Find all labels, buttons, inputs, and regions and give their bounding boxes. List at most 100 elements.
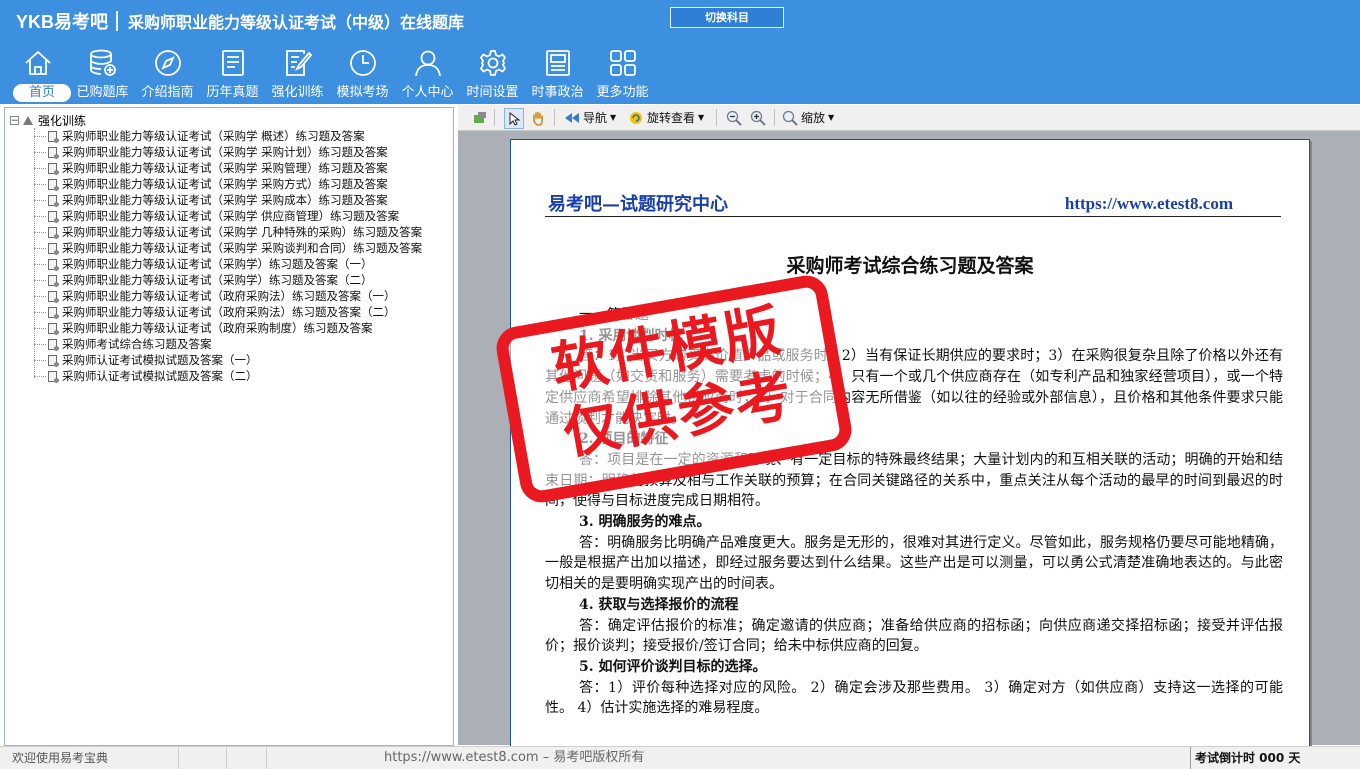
zoom-out-icon	[726, 110, 742, 126]
zoom-dropdown[interactable]: 缩放 ▼	[782, 108, 834, 127]
rotate-view-dropdown[interactable]: 旋转查看 ▼	[628, 108, 704, 127]
document-page: 易考吧—试题研究中心 https://www.etest8.com 采购师考试综…	[510, 139, 1310, 747]
tree-item[interactable]: 采购师职业能力等级认证考试（政府采购法）练习题及答案（一）	[34, 288, 422, 304]
status-bar: 欢迎使用易考宝典 https://www.etest8.com – 易考吧版权所…	[0, 746, 1360, 769]
document-icon	[48, 274, 59, 287]
cursor-icon	[506, 111, 522, 127]
tree-item-label: 采购师职业能力等级认证考试（采购学 采购谈判和合同）练习题及答案	[62, 241, 423, 255]
tree-item[interactable]: 采购师职业能力等级认证考试（政府采购制度）练习题及答案	[34, 320, 422, 336]
nav-guide-label: 介绍指南	[141, 85, 194, 100]
app-title: 采购师职业能力等级认证考试（中级）在线题库	[128, 13, 465, 32]
magnifier-icon	[782, 110, 798, 126]
document-header-brand: 易考吧—试题研究中心	[548, 194, 728, 215]
nav-purchased[interactable]: 已购题库	[70, 46, 135, 104]
nav-current-affairs[interactable]: 时事政治	[525, 46, 590, 104]
nav-mock-exam[interactable]: 模拟考场	[330, 46, 395, 104]
exam-countdown: 考试倒计时 000 天	[1190, 747, 1360, 769]
answer-text: 答：确定评估报价的标准；确定邀请的供应商；准备给供应商的招标函；向供应商递交择招…	[545, 617, 1283, 655]
document-icon	[48, 242, 59, 255]
tree-items: 采购师职业能力等级认证考试（采购学 概述）练习题及答案 采购师职业能力等级认证考…	[34, 128, 422, 384]
tree-root[interactable]: − 强化训练	[10, 112, 86, 128]
document-icon	[48, 210, 59, 223]
tree-item[interactable]: 采购师认证考试模拟试题及答案（二）	[34, 368, 422, 384]
tree-item-label: 采购师职业能力等级认证考试（采购学 几种特殊的采购）练习题及答案	[62, 225, 423, 239]
tree-item[interactable]: 采购师职业能力等级认证考试（采购学 概述）练习题及答案	[34, 128, 422, 144]
nav-more[interactable]: 更多功能	[590, 46, 655, 104]
document-icon	[48, 322, 59, 335]
nav-profile-label: 个人中心	[401, 85, 454, 100]
document-body: 一、简答题 1. 采用谈判时机 答：1）当买方购买高价值产品或服务时；2）当有保…	[545, 305, 1283, 719]
tree-item-label: 采购师职业能力等级认证考试（政府采购法）练习题及答案（一）	[62, 289, 396, 303]
tree-item-label: 采购师认证考试模拟试题及答案（二）	[62, 369, 258, 383]
tree-item[interactable]: 采购师职业能力等级认证考试（政府采购法）练习题及答案（二）	[34, 304, 422, 320]
document-icon	[48, 194, 59, 207]
home-icon	[23, 48, 53, 78]
nav-past-exams[interactable]: 历年真题	[200, 46, 265, 104]
nav-mock-exam-label: 模拟考场	[336, 85, 389, 100]
tree-item-selected[interactable]: 采购师考试综合练习题及答案	[34, 336, 422, 352]
document-title: 采购师考试综合练习题及答案	[786, 255, 1034, 277]
nav-home[interactable]: 首页	[5, 46, 71, 104]
rotate-view-label: 旋转查看	[647, 111, 696, 125]
list-doc-icon	[218, 48, 248, 78]
app-header: YKB易考吧 采购师职业能力等级认证考试（中级）在线题库 切换科目 首页 已购题…	[0, 0, 1360, 104]
highlight-button[interactable]	[472, 108, 488, 127]
hand-tool-button[interactable]	[530, 108, 546, 127]
navigation-icon	[564, 110, 580, 126]
tree-item-label: 采购师职业能力等级认证考试（采购学 供应商管理）练习题及答案	[62, 209, 400, 223]
answer-text: 答：1）评价每种选择对应的风险。 2）确定会涉及那些费用。 3）确定对方（如供应…	[545, 679, 1283, 717]
zoom-label: 缩放	[801, 111, 826, 125]
document-icon	[48, 370, 59, 383]
nav-purchased-label: 已购题库	[76, 85, 129, 100]
section-heading: 一、简答题	[579, 307, 649, 323]
nav-guide[interactable]: 介绍指南	[135, 46, 200, 104]
nav-time-settings-label: 时间设置	[466, 85, 519, 100]
question-text: 1. 采用谈判时机	[579, 327, 683, 344]
tree-item-label: 采购师职业能力等级认证考试（采购学 采购管理）练习题及答案	[62, 161, 388, 175]
news-icon	[543, 48, 573, 78]
document-icon	[48, 178, 59, 191]
answer-text: 答：明确服务比明确产品难度更大。服务是无形的，很难对其进行定义。尽管如此，服务规…	[545, 534, 1283, 593]
question-text: 5. 如何评价谈判目标的选择。	[579, 658, 767, 675]
tree-item[interactable]: 采购师职业能力等级认证考试（采购学 采购谈判和合同）练习题及答案	[34, 240, 422, 256]
question-text: 4. 获取与选择报价的流程	[579, 596, 739, 613]
tree-item-label: 采购师职业能力等级认证考试（采购学）练习题及答案（一）	[62, 257, 373, 271]
question-text: 3. 明确服务的难点。	[579, 514, 711, 531]
nav-time-settings[interactable]: 时间设置	[460, 46, 525, 104]
tree-item-label: 采购师职业能力等级认证考试（采购学）练习题及答案（二）	[62, 273, 373, 287]
nav-profile[interactable]: 个人中心	[395, 46, 460, 104]
tree-item[interactable]: 采购师职业能力等级认证考试（采购学 供应商管理）练习题及答案	[34, 208, 422, 224]
tree-item[interactable]: 采购师职业能力等级认证考试（采购学）练习题及答案（二）	[34, 272, 422, 288]
zoom-out-button[interactable]	[726, 108, 742, 127]
switch-subject-button[interactable]: 切换科目	[670, 7, 784, 28]
document-viewer: 导航 ▼ 旋转查看 ▼ 缩放 ▼ 易考吧—试题研究中心 https://www.ete…	[458, 105, 1360, 747]
document-header-url: https://www.etest8.com	[1064, 194, 1233, 213]
nav-more-label: 更多功能	[596, 85, 649, 100]
tree-item[interactable]: 采购师职业能力等级认证考试（采购学 采购计划）练习题及答案	[34, 144, 422, 160]
tree-item[interactable]: 采购师认证考试模拟试题及答案（一）	[34, 352, 422, 368]
select-tool-button[interactable]	[504, 108, 524, 129]
nav-training[interactable]: 强化训练	[265, 46, 330, 104]
tree-panel: − 强化训练 采购师职业能力等级认证考试（采购学 概述）练习题及答案 采购师职业…	[4, 107, 454, 746]
document-icon	[48, 306, 59, 319]
tree-collapse-toggle[interactable]: −	[10, 115, 19, 125]
answer-text: 答：项目是在一定的资源和环境、有一定目标的特殊最终结果；大量计划内的和互相关联的…	[545, 451, 1283, 510]
folder-icon	[23, 115, 33, 125]
tree-item[interactable]: 采购师职业能力等级认证考试（采购学）练习题及答案（一）	[34, 256, 422, 272]
question-text: 2. 项目的特征	[579, 431, 669, 448]
brand: YKB易考吧 采购师职业能力等级认证考试（中级）在线题库	[16, 9, 464, 33]
document-icon	[48, 146, 59, 159]
document-icon	[48, 290, 59, 303]
tree-item[interactable]: 采购师职业能力等级认证考试（采购学 采购成本）练习题及答案	[34, 192, 422, 208]
tree-item[interactable]: 采购师职业能力等级认证考试（采购学 采购管理）练习题及答案	[34, 160, 422, 176]
navigation-dropdown[interactable]: 导航 ▼	[564, 108, 616, 127]
navigation-label: 导航	[583, 111, 608, 125]
gear-icon	[478, 48, 508, 78]
zoom-in-button[interactable]	[750, 108, 766, 127]
tree-item[interactable]: 采购师职业能力等级认证考试（采购学 采购方式）练习题及答案	[34, 176, 422, 192]
grid-icon	[608, 48, 638, 78]
nav-home-label: 首页	[13, 84, 71, 102]
tree-item-label: 采购师职业能力等级认证考试（政府采购制度）练习题及答案	[62, 321, 373, 335]
zoom-in-icon	[750, 110, 766, 126]
tree-item[interactable]: 采购师职业能力等级认证考试（采购学 几种特殊的采购）练习题及答案	[34, 224, 422, 240]
